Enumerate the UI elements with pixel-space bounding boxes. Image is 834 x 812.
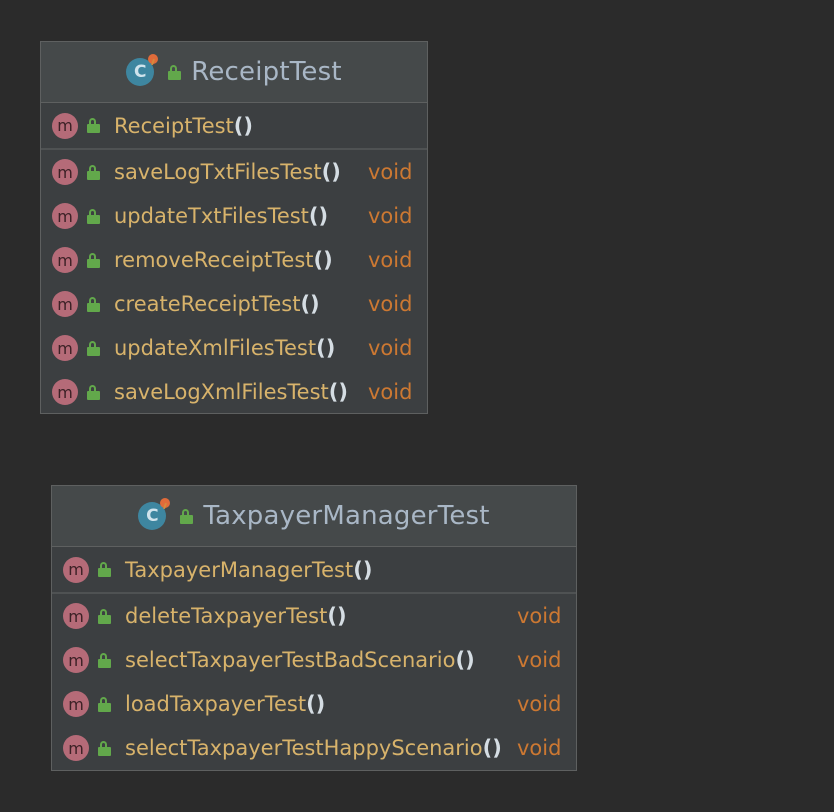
method-icon: m xyxy=(52,379,78,405)
public-lock-icon xyxy=(98,696,111,712)
public-lock-icon xyxy=(180,508,194,524)
constructor-parens: () xyxy=(353,557,373,582)
method-name: removeReceiptTest xyxy=(114,248,314,272)
public-lock-icon xyxy=(98,608,111,624)
class-name: TaxpayerManagerTest xyxy=(203,501,490,531)
class-header: C TaxpayerManagerTest xyxy=(52,486,576,547)
public-lock-icon xyxy=(87,118,100,133)
return-type: void xyxy=(517,648,562,672)
method-name: selectTaxpayerTestBadScenario xyxy=(125,648,456,672)
return-type: void xyxy=(368,160,413,184)
class-name: ReceiptTest xyxy=(191,57,342,87)
public-lock-icon xyxy=(87,252,100,268)
class-icon: C xyxy=(138,498,171,530)
method-parens: () xyxy=(313,248,333,272)
method-icon: m xyxy=(63,556,89,583)
public-lock-icon xyxy=(87,340,100,356)
method-parens: () xyxy=(327,604,347,628)
return-type: void xyxy=(517,692,562,716)
method-row[interactable]: m updateXmlFilesTest() void xyxy=(41,326,427,370)
method-row[interactable]: m createReceiptTest() void xyxy=(41,282,427,326)
class-icon-letter: C xyxy=(133,62,147,82)
method-row[interactable]: m deleteTaxpayerTest() void xyxy=(52,594,576,638)
method-name: loadTaxpayerTest xyxy=(125,692,307,716)
constructor-row[interactable]: m TaxpayerManagerTest() xyxy=(52,548,576,592)
return-type: void xyxy=(368,380,413,404)
method-icon: m xyxy=(52,291,78,317)
method-name: selectTaxpayerTestHappyScenario xyxy=(125,736,483,760)
public-lock-icon xyxy=(87,164,100,180)
public-lock-icon xyxy=(98,562,111,577)
method-icon: m xyxy=(52,159,78,185)
public-lock-icon xyxy=(98,740,111,756)
constructor-parens: () xyxy=(233,113,253,138)
method-icon: m xyxy=(52,247,78,273)
method-row[interactable]: m removeReceiptTest() void xyxy=(41,238,427,282)
method-name: deleteTaxpayerTest xyxy=(125,604,328,628)
class-icon: C xyxy=(126,54,159,86)
method-icon: m xyxy=(63,735,89,761)
constructor-name: TaxpayerManagerTest xyxy=(125,557,354,582)
method-parens: () xyxy=(308,204,329,228)
method-name: updateXmlFilesTest xyxy=(114,336,317,360)
return-type: void xyxy=(368,204,413,228)
method-row[interactable]: m loadTaxpayerTest() void xyxy=(52,682,576,726)
method-row[interactable]: m saveLogXmlFilesTest() void xyxy=(41,370,427,414)
public-lock-icon xyxy=(87,384,100,400)
public-lock-icon xyxy=(98,652,111,668)
method-icon: m xyxy=(52,335,78,361)
return-type: void xyxy=(368,248,413,272)
constructor-name: ReceiptTest xyxy=(114,113,234,138)
method-parens: () xyxy=(482,736,502,760)
method-icon: m xyxy=(63,647,89,673)
method-row[interactable]: m selectTaxpayerTestHappyScenario() void xyxy=(52,726,576,770)
pin-icon xyxy=(160,498,171,508)
method-parens: () xyxy=(321,160,341,184)
method-row[interactable]: m updateTxtFilesTest() void xyxy=(41,194,427,238)
constructor-section: m ReceiptTest() xyxy=(41,103,427,150)
method-icon: m xyxy=(63,691,89,717)
method-name: createReceiptTest xyxy=(114,292,301,316)
return-type: void xyxy=(517,604,562,628)
method-name: updateTxtFilesTest xyxy=(114,204,309,228)
method-parens: () xyxy=(316,336,336,360)
method-parens: () xyxy=(455,648,475,672)
class-icon-letter: C xyxy=(146,506,159,526)
method-icon: m xyxy=(52,203,78,229)
return-type: void xyxy=(368,292,413,316)
method-name: saveLogTxtFilesTest xyxy=(114,160,322,184)
method-row[interactable]: m saveLogTxtFilesTest() void xyxy=(41,150,427,194)
method-parens: () xyxy=(300,292,320,316)
method-parens: () xyxy=(306,692,326,716)
class-box-receipt-test[interactable]: C ReceiptTest m ReceiptTest() m saveLogT… xyxy=(40,41,428,414)
method-name: saveLogXmlFilesTest xyxy=(114,380,329,404)
constructor-section: m TaxpayerManagerTest() xyxy=(52,547,576,594)
method-icon: m xyxy=(52,112,78,139)
return-type: void xyxy=(368,336,413,360)
class-box-taxpayer-manager-test[interactable]: C TaxpayerManagerTest m TaxpayerManagerT… xyxy=(51,485,577,771)
method-parens: () xyxy=(328,380,348,404)
method-row[interactable]: m selectTaxpayerTestBadScenario() void xyxy=(52,638,576,682)
constructor-row[interactable]: m ReceiptTest() xyxy=(41,104,427,148)
public-lock-icon xyxy=(87,208,100,224)
class-header: C ReceiptTest xyxy=(41,42,427,103)
method-icon: m xyxy=(63,603,89,629)
pin-icon xyxy=(148,54,159,64)
public-lock-icon xyxy=(168,64,182,80)
public-lock-icon xyxy=(87,296,100,312)
return-type: void xyxy=(517,736,562,760)
